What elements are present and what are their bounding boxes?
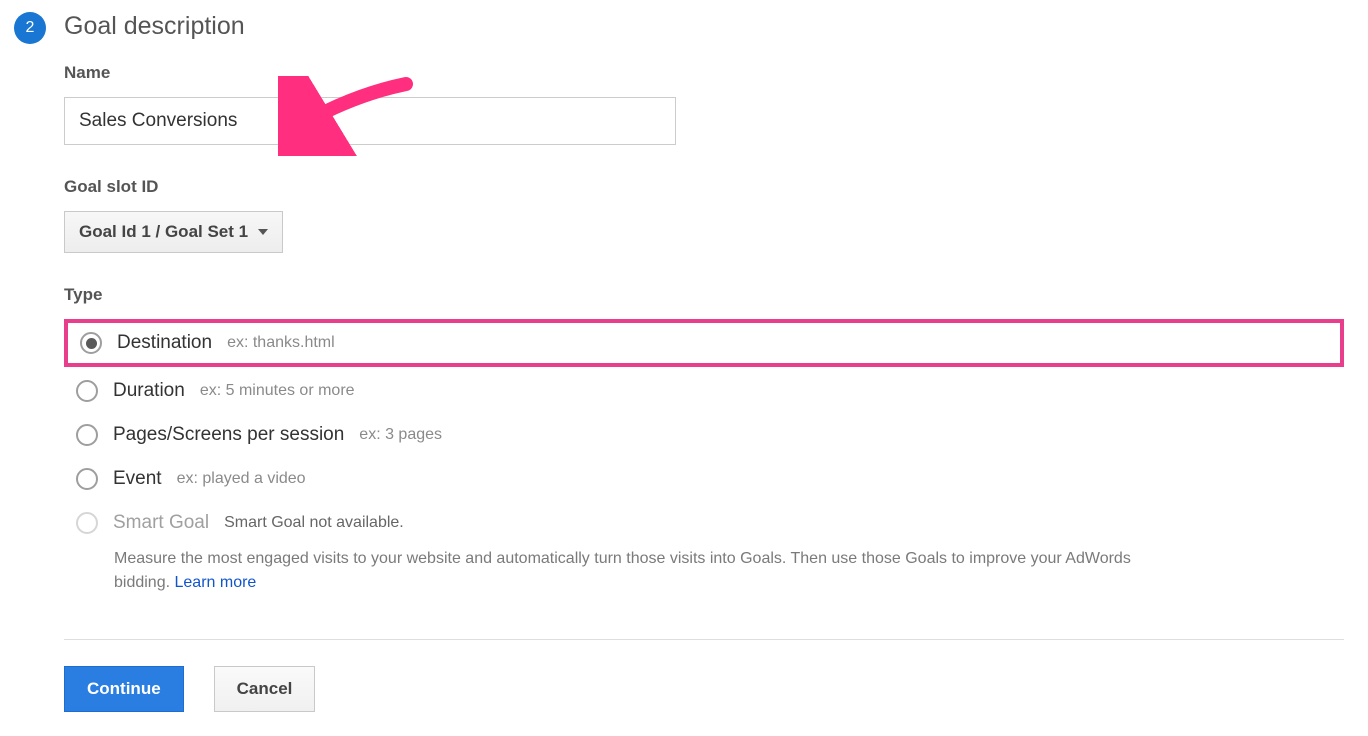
learn-more-link[interactable]: Learn more: [175, 574, 257, 591]
radio-hint: ex: played a video: [177, 470, 306, 488]
radio-option-event[interactable]: Event ex: played a video: [64, 459, 1344, 499]
radio-option-destination[interactable]: Destination ex: thanks.html: [64, 319, 1344, 367]
smart-goal-description: Measure the most engaged visits to your …: [114, 547, 1174, 595]
name-input[interactable]: [64, 97, 676, 145]
name-label: Name: [64, 63, 1344, 83]
step-badge: 2: [14, 12, 46, 44]
radio-icon: [76, 512, 98, 534]
goal-slot-label: Goal slot ID: [64, 177, 1344, 197]
radio-icon: [76, 380, 98, 402]
radio-hint: Smart Goal not available.: [224, 514, 404, 532]
radio-label: Duration: [113, 380, 185, 402]
radio-icon: [80, 332, 102, 354]
radio-option-duration[interactable]: Duration ex: 5 minutes or more: [64, 371, 1344, 411]
radio-option-smart-goal: Smart Goal Smart Goal not available.: [64, 503, 1344, 543]
chevron-down-icon: [258, 229, 268, 235]
continue-button[interactable]: Continue: [64, 666, 184, 712]
type-label: Type: [64, 285, 1344, 305]
step-number: 2: [26, 19, 35, 37]
cancel-button[interactable]: Cancel: [214, 666, 316, 712]
radio-label: Event: [113, 468, 162, 490]
radio-label: Destination: [117, 332, 212, 354]
goal-slot-dropdown[interactable]: Goal Id 1 / Goal Set 1: [64, 211, 283, 253]
radio-icon: [76, 468, 98, 490]
goal-slot-selected: Goal Id 1 / Goal Set 1: [79, 222, 248, 242]
section-title: Goal description: [64, 12, 1344, 41]
radio-hint: ex: 3 pages: [359, 426, 442, 444]
divider: [64, 639, 1344, 640]
smart-goal-desc-text: Measure the most engaged visits to your …: [114, 550, 1131, 591]
radio-hint: ex: thanks.html: [227, 334, 335, 352]
radio-icon: [76, 424, 98, 446]
radio-label: Smart Goal: [113, 512, 209, 534]
radio-option-pages-screens[interactable]: Pages/Screens per session ex: 3 pages: [64, 415, 1344, 455]
radio-hint: ex: 5 minutes or more: [200, 382, 355, 400]
radio-label: Pages/Screens per session: [113, 424, 344, 446]
